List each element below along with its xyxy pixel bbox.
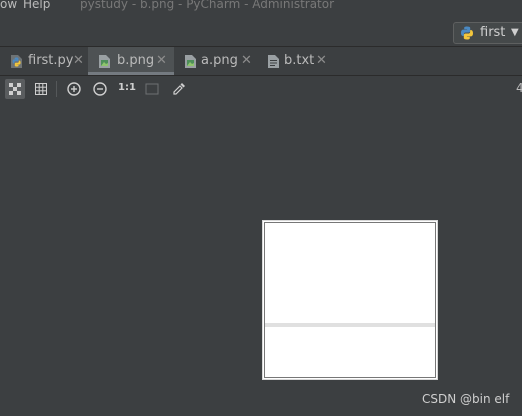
zoom-in-button[interactable]	[64, 79, 84, 99]
run-config-selector[interactable]: first ▼	[453, 22, 522, 44]
image-content	[264, 222, 436, 378]
text-file-icon	[268, 55, 279, 68]
tab-label: first.py	[28, 53, 74, 68]
watermark: CSDN @bin elf	[422, 392, 510, 406]
editor-tab-bar: first.py ✕ b.png ✕ a.png ✕ b.txt ✕	[0, 47, 522, 75]
chessboard-toggle-button[interactable]	[5, 79, 25, 99]
image-toolbar: 1:1 4	[0, 76, 522, 102]
menu-item-help[interactable]: Help	[23, 0, 50, 10]
image-preview	[262, 220, 438, 380]
python-icon	[461, 26, 473, 40]
color-picker-button[interactable]	[169, 79, 189, 99]
grid-toggle-button[interactable]	[31, 79, 51, 99]
zoom-in-icon	[67, 82, 81, 96]
window-title: pystudy - b.png - PyCharm - Administrato…	[80, 0, 335, 11]
tab-a-png[interactable]: a.png ✕	[174, 47, 258, 75]
tab-label: a.png	[201, 53, 238, 68]
tab-b-txt[interactable]: b.txt ✕	[258, 47, 336, 75]
grid-icon	[35, 83, 47, 95]
run-config-label: first	[480, 25, 506, 40]
image-file-icon	[99, 55, 110, 68]
menu-item-window[interactable]: ow	[0, 0, 17, 10]
tab-b-png[interactable]: b.png ✕	[88, 47, 174, 75]
close-icon[interactable]: ✕	[73, 47, 84, 75]
image-file-icon	[185, 55, 196, 68]
fit-zoom-button[interactable]	[142, 79, 162, 99]
python-file-icon	[11, 55, 22, 68]
close-icon[interactable]: ✕	[316, 47, 327, 75]
zoom-level-text: 4	[516, 81, 522, 95]
actual-size-button[interactable]: 1:1	[118, 82, 136, 93]
tab-label: b.txt	[284, 53, 315, 68]
close-icon[interactable]: ✕	[241, 47, 252, 75]
eyedropper-icon	[173, 83, 185, 95]
menu-bar: ow Help pystudy - b.png - PyCharm - Admi…	[0, 0, 522, 14]
zoom-out-button[interactable]	[90, 79, 110, 99]
tab-label: b.png	[117, 53, 155, 68]
close-icon[interactable]: ✕	[156, 47, 167, 75]
toolbar-separator	[56, 81, 57, 97]
chessboard-icon	[9, 83, 21, 95]
image-stripe	[265, 323, 435, 327]
image-canvas[interactable]	[0, 103, 522, 416]
zoom-out-icon	[93, 82, 107, 96]
chevron-down-icon: ▼	[511, 27, 519, 38]
tab-first-py[interactable]: first.py ✕	[0, 47, 88, 75]
navigation-bar: first ▼	[0, 18, 522, 46]
fit-to-window-icon	[145, 83, 159, 95]
